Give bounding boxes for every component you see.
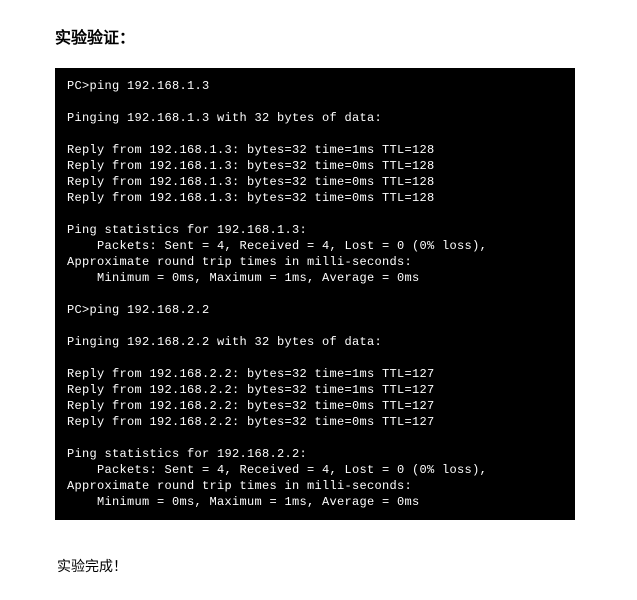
terminal-line: Minimum = 0ms, Maximum = 1ms, Average = … [67, 494, 563, 510]
terminal-line: Pinging 192.168.2.2 with 32 bytes of dat… [67, 334, 563, 350]
terminal-line: Reply from 192.168.2.2: bytes=32 time=1m… [67, 382, 563, 398]
terminal-line: Pinging 192.168.1.3 with 32 bytes of dat… [67, 110, 563, 126]
section-heading: 实验验证： [55, 24, 582, 48]
terminal-blank-line [67, 94, 563, 110]
terminal-blank-line [67, 350, 563, 366]
terminal-line: Packets: Sent = 4, Received = 4, Lost = … [67, 462, 563, 478]
terminal-blank-line [67, 318, 563, 334]
terminal-line: Reply from 192.168.1.3: bytes=32 time=0m… [67, 158, 563, 174]
terminal-blank-line [67, 126, 563, 142]
terminal-blank-line [67, 430, 563, 446]
terminal-blank-line [67, 286, 563, 302]
terminal-blank-line [67, 206, 563, 222]
terminal-line: Ping statistics for 192.168.1.3: [67, 222, 563, 238]
terminal-line: Approximate round trip times in milli-se… [67, 254, 563, 270]
terminal-line: Reply from 192.168.2.2: bytes=32 time=1m… [67, 366, 563, 382]
terminal-output: PC>ping 192.168.1.3 Pinging 192.168.1.3 w… [55, 68, 575, 520]
terminal-line: PC>ping 192.168.2.2 [67, 302, 563, 318]
terminal-line: Packets: Sent = 4, Received = 4, Lost = … [67, 238, 563, 254]
terminal-line: Ping statistics for 192.168.2.2: [67, 446, 563, 462]
terminal-line: PC>ping 192.168.1.3 [67, 78, 563, 94]
footer-text: 实验完成！ [55, 556, 582, 576]
terminal-line: Reply from 192.168.1.3: bytes=32 time=0m… [67, 190, 563, 206]
terminal-line: Minimum = 0ms, Maximum = 1ms, Average = … [67, 270, 563, 286]
terminal-line: Approximate round trip times in milli-se… [67, 478, 563, 494]
terminal-line: Reply from 192.168.1.3: bytes=32 time=1m… [67, 142, 563, 158]
terminal-line: Reply from 192.168.2.2: bytes=32 time=0m… [67, 398, 563, 414]
terminal-line: Reply from 192.168.2.2: bytes=32 time=0m… [67, 414, 563, 430]
terminal-line: Reply from 192.168.1.3: bytes=32 time=0m… [67, 174, 563, 190]
